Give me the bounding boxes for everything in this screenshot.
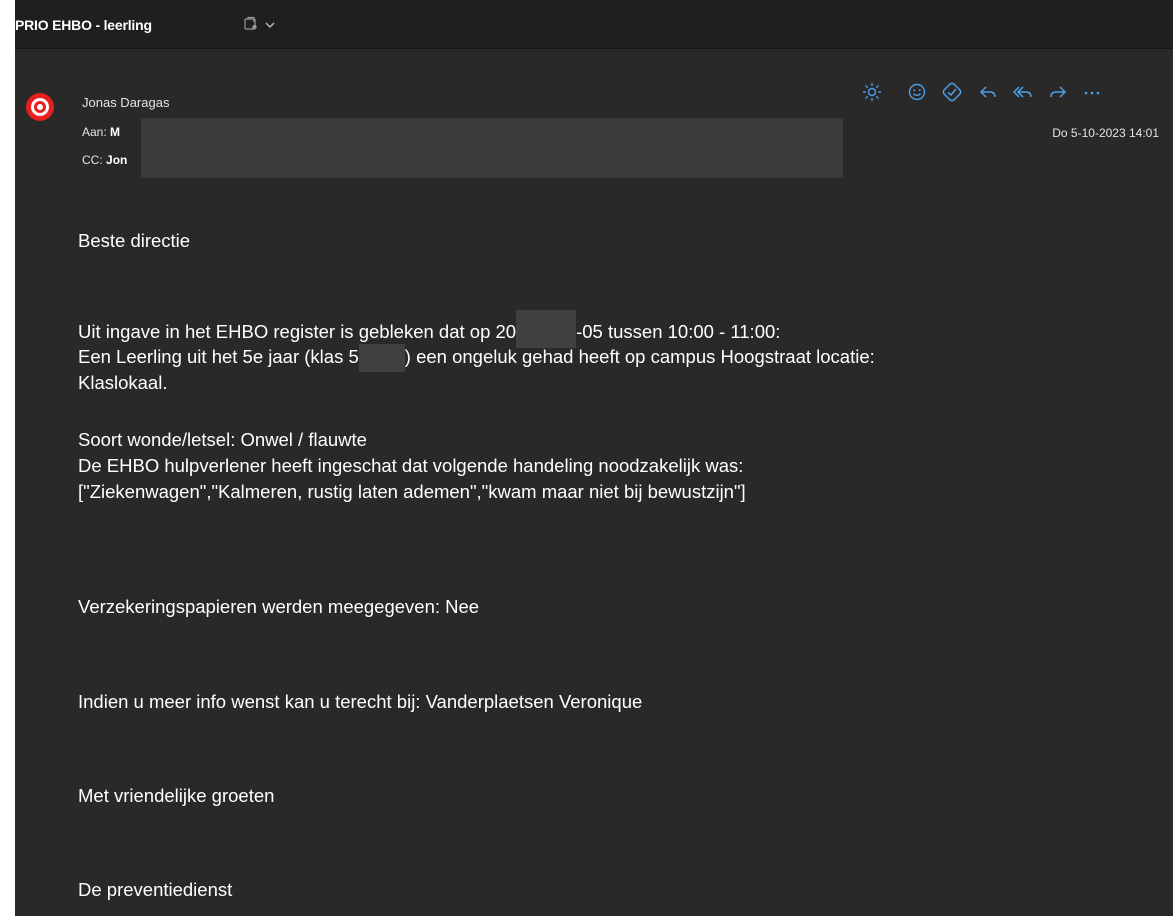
body-text: ) een ongeluk gehad heeft op campus Hoog…: [404, 346, 875, 367]
body-line: Een Leerling uit het 5e jaar (klas 5 ) ee…: [78, 344, 875, 373]
emoji-icon[interactable]: [905, 80, 929, 104]
sent-date: Do 5-10-2023 14:01: [1052, 126, 1159, 140]
to-recipient[interactable]: M: [110, 125, 120, 139]
sun-icon[interactable]: [860, 80, 884, 104]
greeting: Beste directie: [78, 230, 191, 251]
to-label: Aan:: [82, 125, 107, 139]
redaction-block: [516, 310, 577, 348]
body-line: Soort wonde/letsel: Onwel / flauwte: [78, 429, 367, 450]
body-line: Klaslokaal.: [78, 372, 168, 393]
to-recipients: Aan: M: [82, 125, 120, 139]
subject-bar: PRIO EHBO - leerling: [15, 0, 1173, 49]
forward-icon[interactable]: [1046, 80, 1070, 104]
reply-all-icon[interactable]: [1011, 80, 1035, 104]
body-line: ["Ziekenwagen","Kalmeren, rustig laten a…: [78, 481, 746, 502]
body-text: -05 tussen 10:00 - 11:00:: [576, 320, 781, 342]
body-line: De EHBO hulpverlener heeft ingeschat dat…: [78, 455, 744, 476]
body-line: Indien u meer info wenst kan u terecht b…: [78, 691, 643, 712]
chevron-down-icon[interactable]: [264, 18, 276, 30]
signature: De preventiedienst: [78, 879, 233, 900]
closing: Met vriendelijke groeten: [78, 785, 275, 806]
redaction-block: [141, 118, 843, 178]
body-text: Uit ingave in het EHBO register is geble…: [78, 320, 517, 342]
cc-recipients: CC: Jon: [82, 153, 127, 167]
sender-name[interactable]: Jonas Daragas: [82, 95, 169, 110]
cc-label: CC:: [82, 153, 103, 167]
sender-avatar[interactable]: [26, 93, 54, 121]
reply-icon[interactable]: [976, 80, 1000, 104]
more-icon[interactable]: [1080, 80, 1104, 104]
immersive-reader-icon[interactable]: [940, 80, 964, 104]
mail-subject: PRIO EHBO - leerling: [15, 17, 152, 33]
redaction-block: [358, 344, 405, 373]
body-text: Een Leerling uit het 5e jaar (klas 5: [78, 346, 359, 367]
body-line: Verzekeringspapieren werden meegegeven: …: [78, 596, 480, 617]
sensitivity-icon[interactable]: [243, 16, 259, 32]
cc-recipient[interactable]: Jon: [106, 153, 127, 167]
mail-reading-pane: PRIO EHBO - leerling Jonas Daragas Aan: …: [15, 0, 1173, 916]
